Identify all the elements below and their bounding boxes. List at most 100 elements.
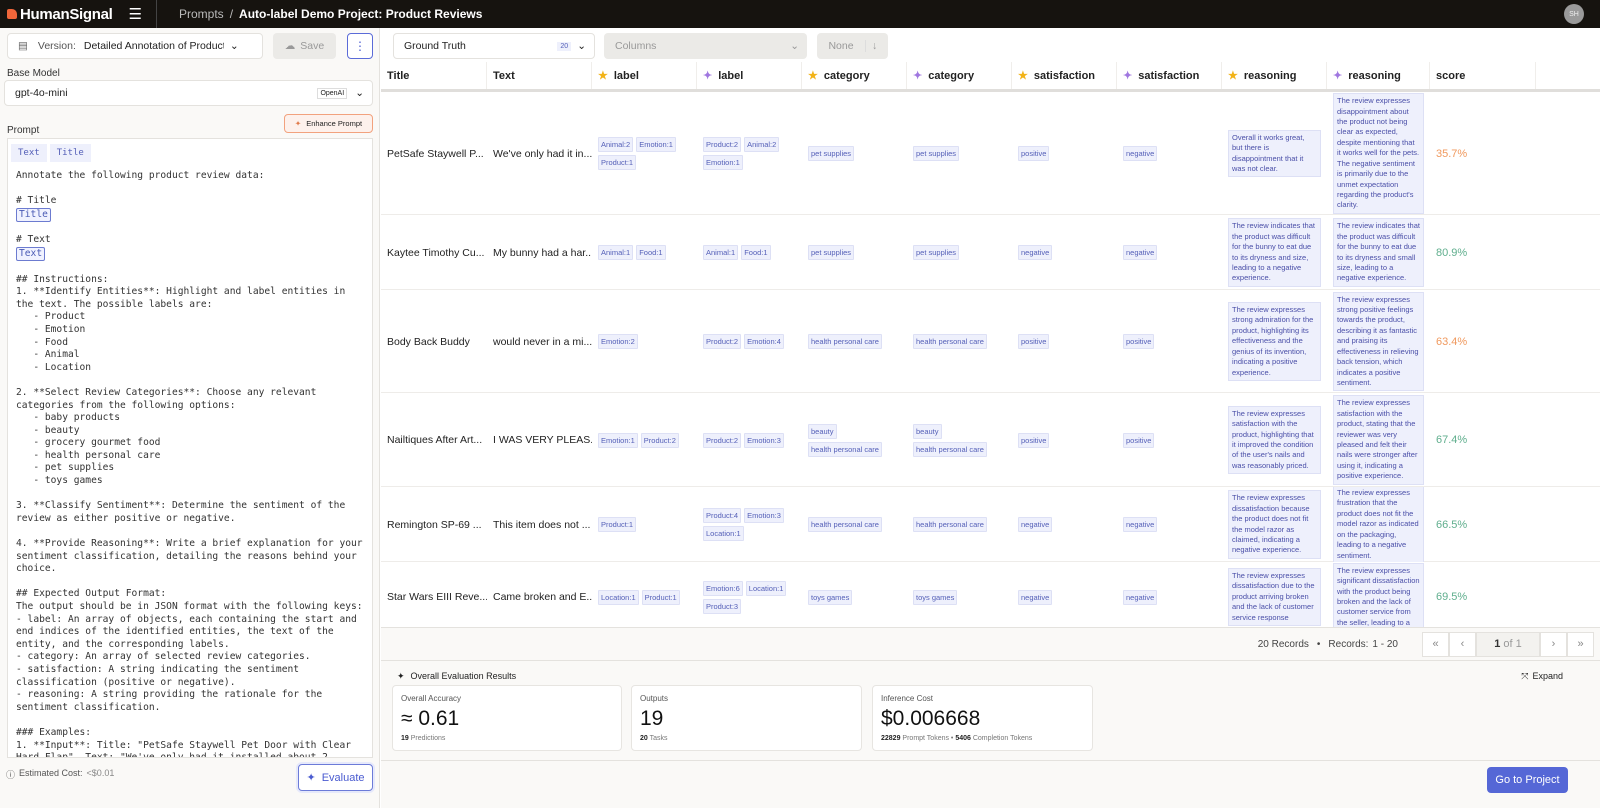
save-button[interactable]: ☁ Save [273, 33, 336, 59]
ground-truth-star-icon: ★ [598, 70, 608, 82]
cell-title: Remington SP-69 ... [381, 487, 487, 562]
cell-score: 66.5% [1430, 487, 1536, 562]
column-header-reasoning[interactable]: ✦ reasoning [1327, 62, 1430, 89]
cell-gt_category: health personal care [802, 290, 907, 393]
label-tag: Animal:2 [744, 137, 780, 152]
satisfaction-tag: positive [1018, 146, 1050, 161]
cell-gt-reasoning: The review expresses dissatisfaction due… [1222, 562, 1327, 627]
prompt-tokens-label: Prompt Tokens [902, 735, 949, 742]
category-tag: health personal care [808, 441, 882, 457]
label-tag: Product:3 [703, 598, 742, 614]
cell-score: 69.5% [1430, 562, 1536, 627]
cell-gt_label: Emotion:1 Product:2 [592, 393, 697, 487]
brand-logo[interactable]: HumanSignal [7, 6, 113, 23]
column-header-reasoning[interactable]: ★ reasoning [1222, 62, 1327, 89]
sort-value: None [828, 40, 854, 52]
category-tag: pet supplies [913, 245, 960, 260]
chevron-down-icon: ⌄ [790, 40, 799, 52]
label-tag: Location:1 [598, 589, 639, 605]
page-indicator[interactable]: 1 of 1 [1476, 631, 1540, 657]
label-tag: Emotion:3 [744, 508, 784, 523]
cell-score: 67.4% [1430, 393, 1536, 487]
column-header-satisfaction[interactable]: ★ satisfaction [1012, 62, 1117, 89]
avatar[interactable]: SH [1564, 4, 1584, 24]
next-page-button[interactable]: › [1540, 631, 1567, 657]
label-tag: Animal:1 [703, 245, 739, 260]
column-header-satisfaction[interactable]: ✦ satisfaction [1117, 62, 1222, 89]
column-header-label[interactable]: ✦ label [697, 62, 802, 89]
variable-title-button[interactable]: Title [49, 143, 91, 162]
table-row[interactable]: PetSafe Staywell P... We've only had it i… [381, 92, 1600, 215]
version-select[interactable]: ▤ Version: Detailed Annotation of Produc… [7, 33, 263, 59]
score-value: 63.4% [1436, 335, 1468, 348]
satisfaction-tag: positive [1123, 432, 1155, 448]
table-row[interactable]: Remington SP-69 ... This item does not ..… [381, 487, 1600, 562]
chevron-down-icon: ⌄ [577, 40, 586, 52]
cell-gt-reasoning: Overall it works great, but there is dis… [1222, 92, 1327, 215]
chevron-down-icon: ⌄ [229, 40, 239, 52]
sort-direction-icon[interactable]: ↓ [865, 40, 877, 52]
cost-label: Inference Cost [881, 694, 934, 703]
evaluation-title: ✦ Overall Evaluation Results [397, 671, 516, 682]
title-text: Nailtiques After Art... [387, 434, 483, 446]
enhance-prompt-button[interactable]: ✦ Enhance Prompt [284, 114, 373, 133]
tag-list: beauty health personal care [913, 423, 1006, 457]
model-select[interactable]: gpt-4o-mini OpenAI ⌄ [4, 80, 373, 106]
column-header-Text[interactable]: Text [487, 62, 592, 89]
tasks-label: Tasks [649, 735, 668, 742]
outputs-card: Outputs 19 20 Tasks [631, 685, 862, 751]
brand-name: HumanSignal [20, 5, 113, 23]
column-header-score[interactable]: score [1430, 62, 1536, 89]
outputs-value: 19 [640, 707, 664, 730]
estimated-cost: ⓘ Estimated Cost: <$0.01 [6, 768, 114, 781]
cell-gt_label: Product:1 [592, 487, 697, 562]
column-header-label[interactable]: ★ label [592, 62, 697, 89]
prompt-label: Prompt [7, 125, 40, 136]
divider [156, 0, 157, 28]
go-to-project-button[interactable]: Go to Project [1487, 767, 1568, 793]
cell-pred-satisfaction: positive [1117, 290, 1222, 393]
satisfaction-tag: negative [1018, 517, 1053, 532]
columns-select[interactable]: Columns ⌄ [604, 33, 807, 59]
label-tag: Emotion:1 [636, 137, 676, 152]
more-options-button[interactable]: ⋮ [347, 33, 373, 59]
column-header-category[interactable]: ✦ category [907, 62, 1012, 89]
prompt-text[interactable]: Annotate the following product review da… [16, 170, 364, 757]
score-value: 67.4% [1436, 434, 1468, 446]
prev-page-button[interactable]: ‹ [1449, 631, 1476, 657]
cell-pred_label: Product:2 Animal:2 Emotion:1 [697, 92, 802, 215]
column-header-Title[interactable]: Title [381, 62, 487, 89]
label-tag: Emotion:2 [598, 334, 638, 349]
variable-tabs: Text Title [7, 138, 373, 166]
cell-pred-satisfaction: positive [1117, 393, 1222, 487]
column-header-category[interactable]: ★ category [802, 62, 907, 89]
cell-pred-reasoning: The review expresses significant dissati… [1327, 562, 1430, 627]
page-total: of 1 [1503, 638, 1522, 650]
breadcrumb-current: Auto-label Demo Project: Product Reviews [239, 7, 483, 21]
score-value: 66.5% [1436, 518, 1468, 531]
satisfaction-tag: positive [1018, 432, 1050, 448]
variable-text-button[interactable]: Text [11, 143, 47, 162]
column-header-label: reasoning [1243, 69, 1297, 82]
label-tag: Product:2 [703, 432, 742, 448]
column-header-label: category [928, 69, 975, 82]
satisfaction-tag: negative [1018, 245, 1053, 260]
inference-cost-card: Inference Cost $0.006668 22829 Prompt Toke… [872, 685, 1093, 751]
table-row[interactable]: Body Back Buddy would never in a mi... Emo… [381, 290, 1600, 393]
table-row[interactable]: Star Wars EIII Reve... Came broken and E.… [381, 562, 1600, 627]
last-page-button[interactable]: » [1567, 631, 1594, 657]
ground-truth-select[interactable]: Ground Truth 20 ⌄ [393, 33, 595, 59]
cell-pred-reasoning: The review indicates that the product wa… [1327, 215, 1430, 290]
prompt-editor[interactable]: Annotate the following product review da… [7, 166, 373, 758]
label-tag: Food:1 [741, 245, 771, 260]
first-page-button[interactable]: « [1422, 631, 1449, 657]
cell-gt_category: toys games [802, 562, 907, 627]
table-row[interactable]: Kaytee Timothy Cu... My bunny had a har..… [381, 215, 1600, 290]
breadcrumb-prompts[interactable]: Prompts [179, 7, 224, 21]
evaluate-button[interactable]: ✦ Evaluate [298, 764, 373, 791]
tag-list: Animal:2 Emotion:1 Product:1 [598, 137, 691, 170]
expand-button[interactable]: ⤧ Expand [1521, 671, 1563, 682]
table-row[interactable]: Nailtiques After Art... I WAS VERY PLEAS.… [381, 393, 1600, 487]
menu-icon[interactable]: ☰ [129, 5, 142, 23]
sort-select[interactable]: None ↓ [817, 33, 888, 59]
